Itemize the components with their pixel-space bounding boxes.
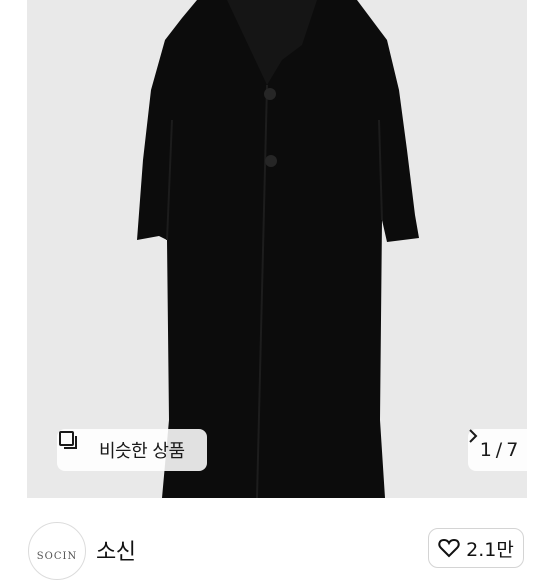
- avatar-logo-text: SOCIN: [36, 550, 78, 562]
- similar-products-icon: [59, 431, 91, 461]
- pager-separator: /: [495, 439, 503, 461]
- coat-button: [264, 88, 276, 100]
- like-button[interactable]: 2.1만: [428, 528, 524, 568]
- coat-illustration: [137, 0, 419, 498]
- coat-shape: [137, 0, 419, 498]
- similar-products-button[interactable]: 비슷한 상품: [57, 429, 207, 471]
- product-image[interactable]: 비슷한 상품 1 / 7: [27, 0, 527, 498]
- coat-button: [265, 155, 277, 167]
- image-pager[interactable]: 1 / 7: [468, 429, 527, 471]
- seller-avatar[interactable]: SOCIN: [28, 522, 86, 580]
- similar-products-label: 비슷한 상품: [99, 441, 185, 462]
- heart-outline-icon: [438, 538, 460, 558]
- pager-current: 1: [479, 439, 492, 461]
- like-count: 2.1만: [466, 538, 514, 561]
- seller-name[interactable]: 소신: [96, 534, 136, 566]
- pager-total: 7: [506, 439, 519, 461]
- seller-row: SOCIN 소신 2.1만: [0, 510, 554, 580]
